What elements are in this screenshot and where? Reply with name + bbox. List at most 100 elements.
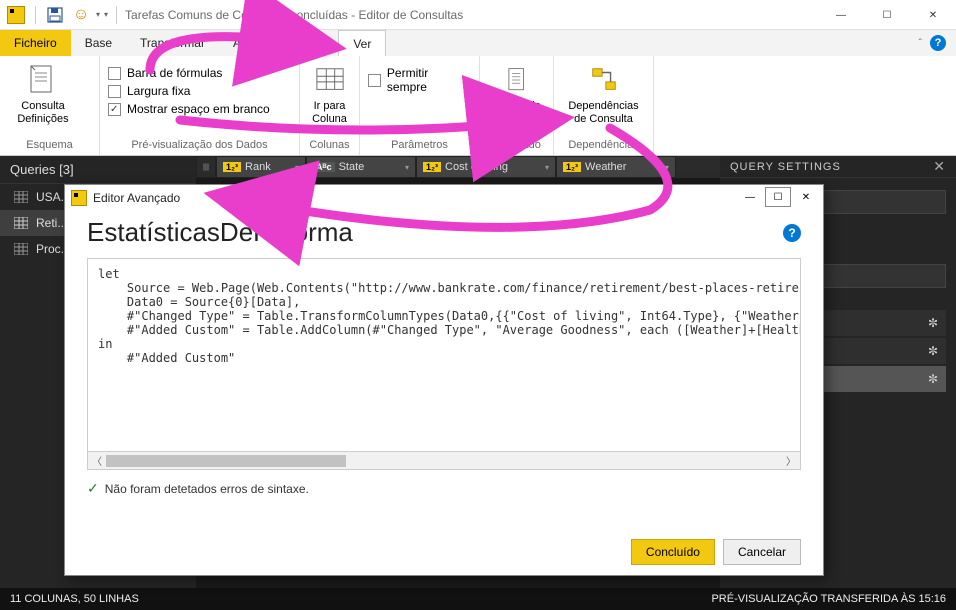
dialog-close-icon[interactable]: ✕ <box>793 187 819 207</box>
app-icon <box>71 190 87 206</box>
horizontal-scrollbar[interactable]: 〈 〉 <box>87 452 801 470</box>
largura-fixa-label: Largura fixa <box>127 84 190 98</box>
tab-base[interactable]: Base <box>71 30 126 56</box>
avancado-editor-label: Avançado Editor <box>492 100 541 125</box>
window-controls: — ☐ ✕ <box>818 0 956 30</box>
dialog-titlebar[interactable]: Editor Avançado — ☐ ✕ <box>65 185 823 211</box>
consulta-definicoes-button[interactable]: Consulta Definições <box>8 60 78 137</box>
close-button[interactable]: ✕ <box>910 0 956 30</box>
maximize-button[interactable]: ☐ <box>864 0 910 30</box>
table-icon <box>203 161 209 173</box>
chevron-down-icon[interactable]: ▾ <box>405 163 409 172</box>
statusbar: 11 COLUNAS, 50 LINHAS PRÉ-VISUALIZAÇÃO T… <box>0 588 956 610</box>
tab-file[interactable]: Ficheiro <box>0 30 71 56</box>
permitir-sempre-checkbox[interactable]: Permitir sempre <box>368 64 471 96</box>
ir-para-coluna-button[interactable]: Ir para Coluna <box>308 60 351 137</box>
gear-icon: ✼ <box>928 316 938 330</box>
help-icon[interactable]: ? <box>930 35 946 51</box>
syntax-message: Não foram detetados erros de sintaxe. <box>105 482 309 496</box>
column-name: State <box>339 161 365 173</box>
divider <box>116 6 117 24</box>
query-label: Reti... <box>36 216 67 230</box>
tab-ver[interactable]: Ver <box>338 30 386 56</box>
tab-transformar[interactable]: Transformar <box>126 30 219 56</box>
scroll-left-icon[interactable]: 〈 <box>92 453 102 468</box>
gear-icon: ✼ <box>928 372 938 386</box>
group-esquema: Esquema <box>8 137 91 153</box>
avancado-editor-button[interactable]: Avançado Editor <box>488 60 545 137</box>
barra-formulas-checkbox[interactable]: Barra de fórmulas <box>108 64 291 82</box>
group-dependencias: Dependências <box>562 137 645 153</box>
chevron-down-icon[interactable]: ▾ <box>545 163 549 172</box>
collapse-ribbon-icon[interactable]: ˆ <box>919 38 922 49</box>
type-tag: Aᴮc <box>313 162 335 172</box>
qat-customize-icon[interactable]: ▾ <box>104 10 108 19</box>
scroll-thumb[interactable] <box>106 455 346 467</box>
chevron-down-icon[interactable]: ▾ <box>665 163 669 172</box>
mostrar-espaco-label: Mostrar espaço em branco <box>127 102 270 116</box>
column-name: Cost of living <box>445 161 508 173</box>
ir-para-coluna-label: Ir para Coluna <box>312 100 347 125</box>
cancel-button[interactable]: Cancelar <box>723 539 801 565</box>
table-icon <box>14 243 28 255</box>
group-previs: Pré-visualização dos Dados <box>108 137 291 153</box>
barra-formulas-label: Barra de fórmulas <box>127 66 222 80</box>
dependencias-button[interactable]: Dependências de Consulta <box>562 60 645 137</box>
group-parametros: Parâmetros <box>368 137 471 153</box>
type-tag: 1₂³ <box>423 162 441 172</box>
settings-header: QUERY SETTINGS ✕ <box>720 156 956 178</box>
quick-access: ☺ ▾ ▾ <box>0 4 121 26</box>
done-button[interactable]: Concluído <box>631 539 715 565</box>
dialog-minimize-icon[interactable]: — <box>737 187 763 207</box>
mostrar-espaco-checkbox[interactable]: Mostrar espaço em branco <box>108 100 291 118</box>
dependencias-label: Dependências de Consulta <box>568 100 638 125</box>
close-icon[interactable]: ✕ <box>933 158 946 175</box>
titlebar: ☺ ▾ ▾ Tarefas Comuns de Consulta - concl… <box>0 0 956 30</box>
qat-dropdown-icon[interactable]: ▾ <box>96 10 100 19</box>
save-icon[interactable] <box>44 4 66 26</box>
largura-fixa-checkbox[interactable]: Largura fixa <box>108 82 291 100</box>
type-tag: 1₂³ <box>223 162 241 172</box>
table-icon <box>14 191 28 203</box>
settings-title: QUERY SETTINGS <box>730 161 841 173</box>
row-header-corner[interactable] <box>196 156 216 178</box>
window-title: Tarefas Comuns de Consulta - concluídas … <box>125 8 463 22</box>
syntax-status: ✓ Não foram detetados erros de sintaxe. <box>87 480 801 497</box>
column-name: Weather <box>585 161 626 173</box>
group-colunas: Colunas <box>308 137 351 153</box>
minimize-button[interactable]: — <box>818 0 864 30</box>
dependencies-icon <box>588 64 620 96</box>
dialog-title: Editor Avançado <box>93 191 180 205</box>
scroll-right-icon[interactable]: 〉 <box>786 453 796 468</box>
status-left: 11 COLUNAS, 50 LINHAS <box>10 593 139 605</box>
document-icon <box>501 64 533 96</box>
consulta-definicoes-label: Consulta Definições <box>17 100 68 125</box>
table-icon <box>14 217 28 229</box>
group-avancado: Avançado <box>488 137 545 153</box>
gear-icon: ✼ <box>928 344 938 358</box>
help-icon[interactable]: ? <box>783 224 801 242</box>
feedback-icon[interactable]: ☺ <box>70 4 92 26</box>
type-tag: 1₂³ <box>563 162 581 172</box>
app-icon <box>5 4 27 26</box>
divider <box>35 6 36 24</box>
ribbon: Consulta Definições Esquema Barra de fór… <box>0 56 956 156</box>
grid-icon <box>314 64 346 96</box>
column-header[interactable]: 1₂³ Rank ▾ <box>216 156 306 178</box>
settings-page-icon <box>27 64 59 96</box>
column-header[interactable]: 1₂³ Cost of living ▾ <box>416 156 556 178</box>
checkmark-icon: ✓ <box>87 480 99 497</box>
status-right: PRÉ-VISUALIZAÇÃO TRANSFERIDA ÀS 15:16 <box>711 593 946 605</box>
column-header[interactable]: 1₂³ Weather ▾ <box>556 156 676 178</box>
column-name: Rank <box>245 161 271 173</box>
code-textarea[interactable]: let Source = Web.Page(Web.Contents("http… <box>87 258 801 452</box>
ribbon-tabs: Ficheiro Base Transformar Adicionar Colu… <box>0 30 956 56</box>
permitir-sempre-label: Permitir sempre <box>387 66 471 94</box>
dialog-heading: EstatísticasDeReforma <box>87 217 353 248</box>
tab-adicionar[interactable]: Adicionar Coluna <box>219 30 338 56</box>
chevron-down-icon[interactable]: ▾ <box>295 163 299 172</box>
dialog-maximize-icon[interactable]: ☐ <box>765 187 791 207</box>
queries-header: Queries [3] <box>0 156 196 184</box>
advanced-editor-dialog: Editor Avançado — ☐ ✕ EstatísticasDeRefo… <box>64 184 824 576</box>
column-header[interactable]: Aᴮc State ▾ <box>306 156 416 178</box>
